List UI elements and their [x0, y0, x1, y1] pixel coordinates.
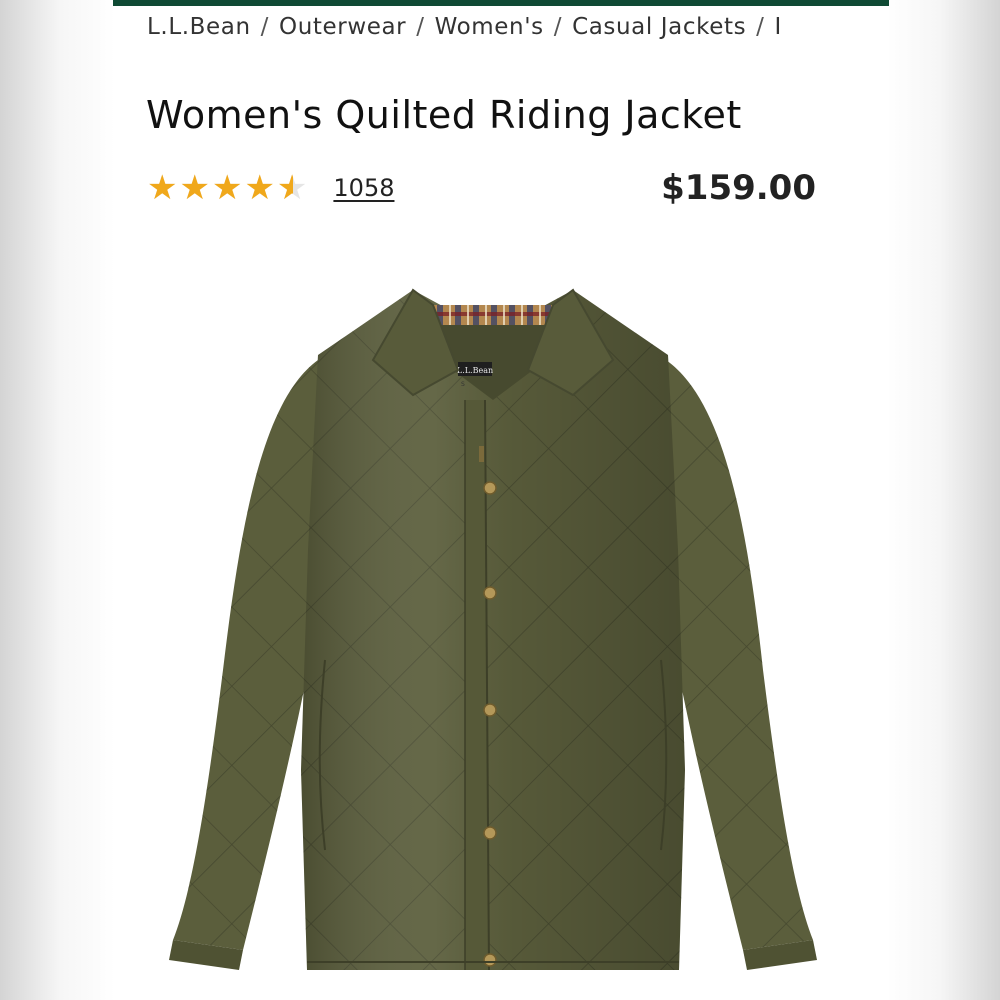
star-rating-filled: ★★★★★ — [147, 170, 293, 206]
product-title: Women's Quilted Riding Jacket — [146, 93, 742, 137]
product-rating[interactable]: ★★★★★ ★★★★★ 1058 — [147, 170, 394, 206]
jacket-label-brand: L.L.Bean — [457, 366, 493, 375]
olive-quilted-jacket-image[interactable]: L.L.Bean S — [113, 250, 889, 1000]
header-accent-bar — [113, 0, 889, 6]
breadcrumb-item-casual-jackets[interactable]: Casual Jackets — [572, 14, 746, 40]
breadcrumb-item-womens[interactable]: Women's — [435, 14, 544, 40]
review-count-link[interactable]: 1058 — [333, 174, 394, 202]
product-price: $159.00 — [661, 168, 816, 208]
breadcrumb-item-outerwear[interactable]: Outerwear — [279, 14, 406, 40]
product-page: L.L.Bean / Outerwear / Women's / Casual Jacket… — [113, 0, 889, 1000]
breadcrumb-item-truncated[interactable]: I — [775, 14, 782, 40]
breadcrumb-fade — [859, 14, 889, 40]
breadcrumb-separator: / — [260, 14, 270, 40]
star-rating-icon: ★★★★★ ★★★★★ — [147, 170, 309, 206]
breadcrumb-separator: / — [756, 14, 765, 40]
breadcrumb-separator: / — [416, 14, 425, 40]
breadcrumb-item-llbean[interactable]: L.L.Bean — [147, 14, 251, 40]
breadcrumb-separator: / — [553, 14, 563, 40]
jacket-label-size: S — [461, 381, 465, 388]
breadcrumb: L.L.Bean / Outerwear / Women's / Casual Jacket… — [147, 14, 889, 40]
